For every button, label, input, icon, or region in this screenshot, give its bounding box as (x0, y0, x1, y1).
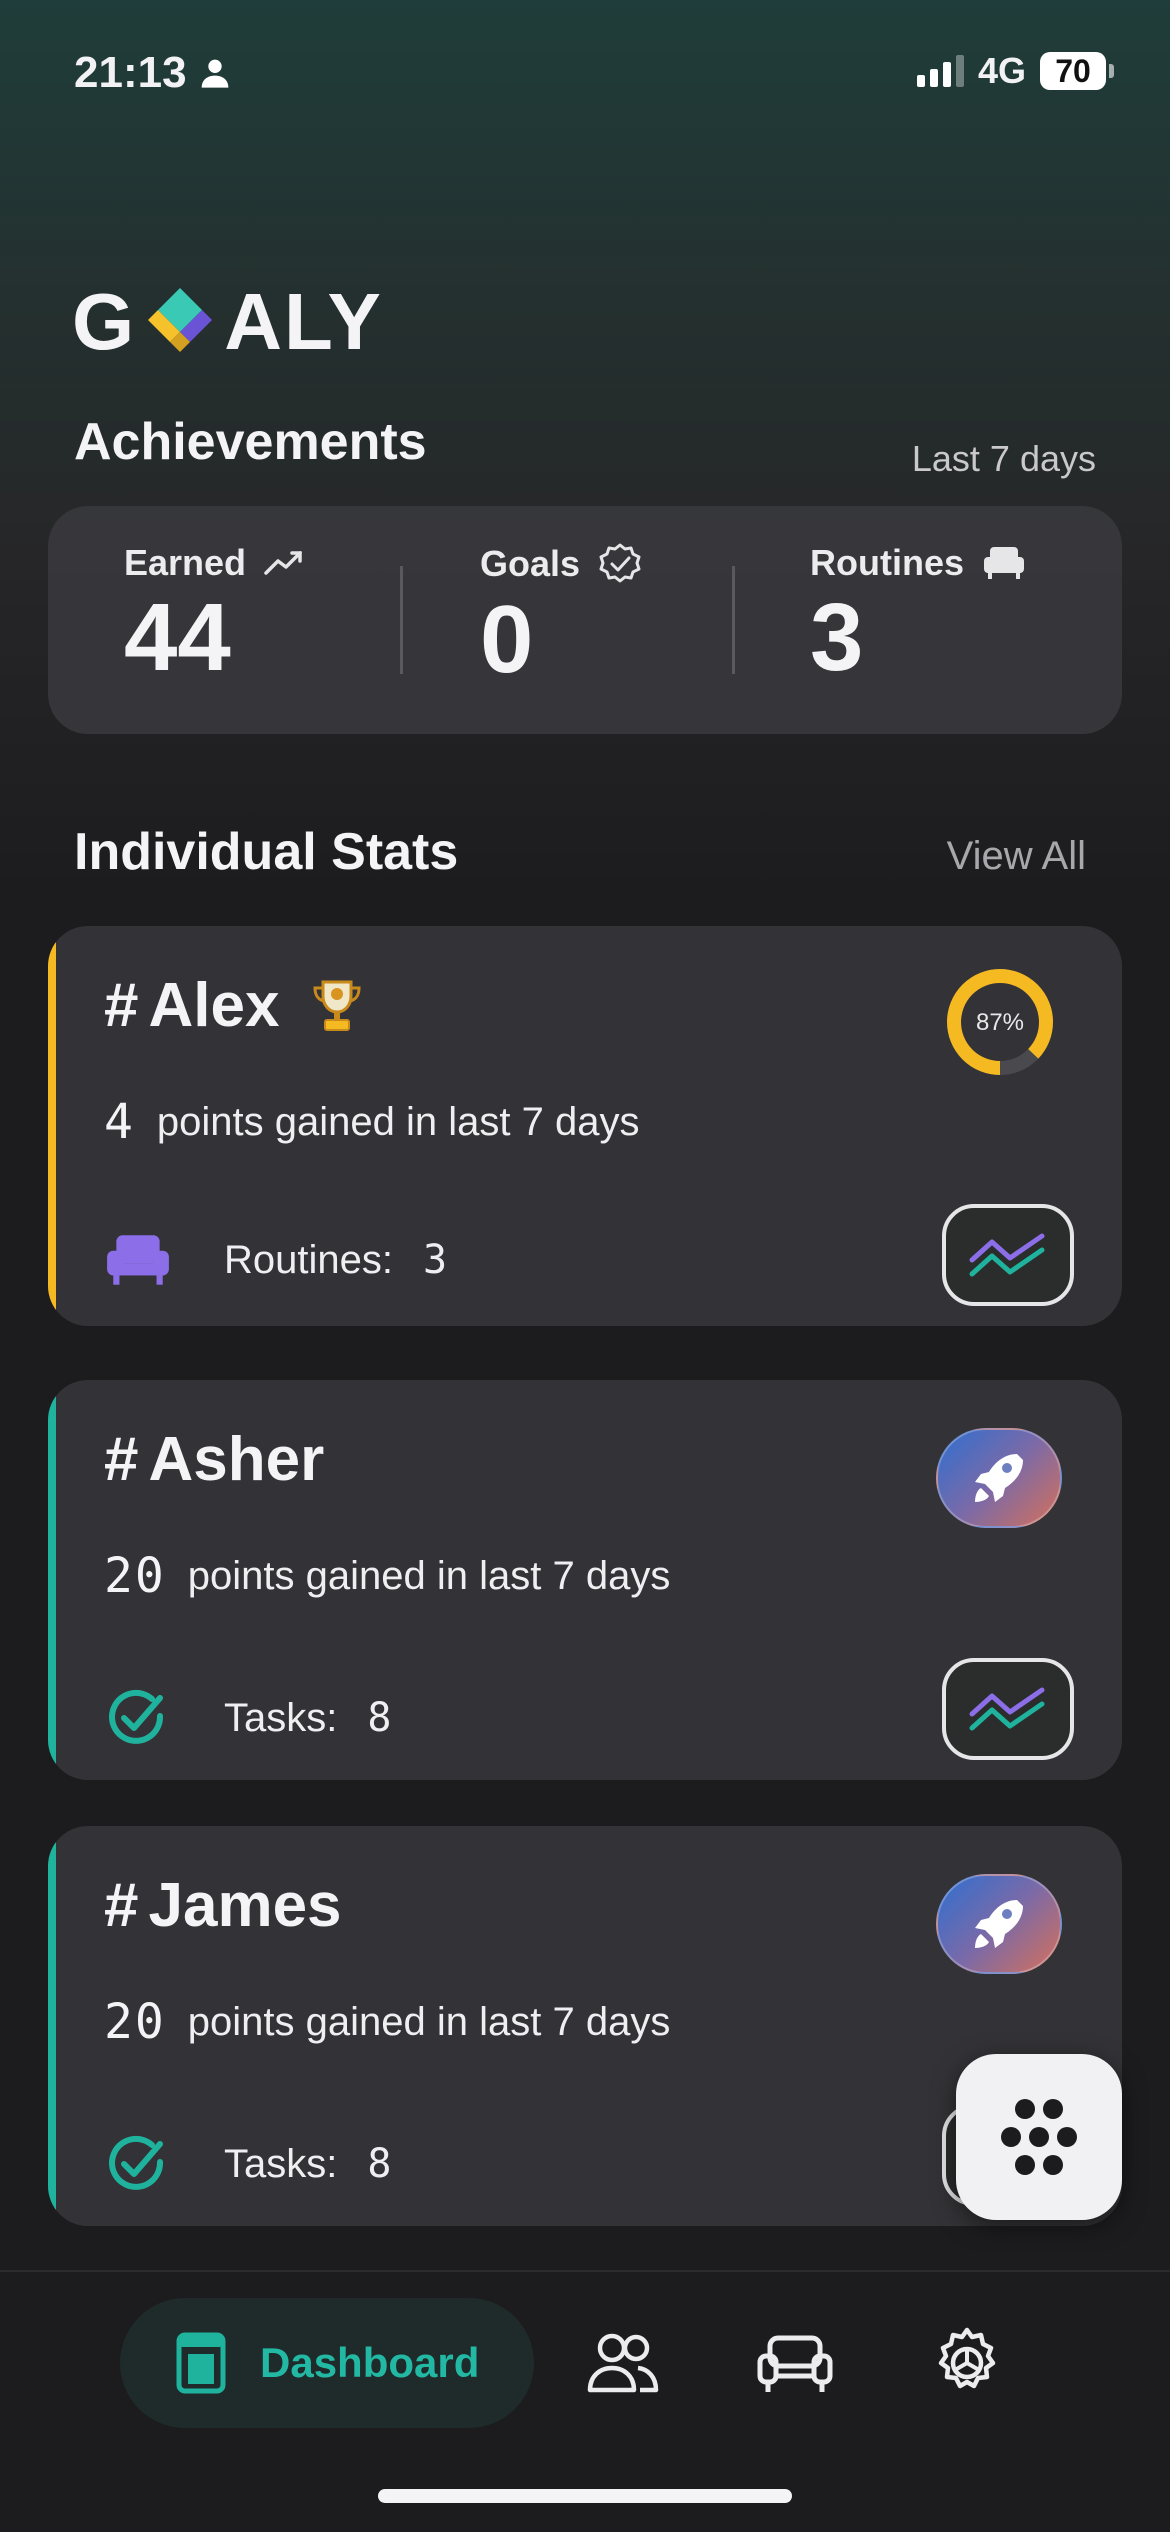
tasks-count: Tasks: 8 (104, 1686, 391, 1750)
achievements-title: Achievements (74, 413, 427, 471)
card-accent (48, 926, 56, 1326)
dots-grid-icon (1001, 2099, 1077, 2175)
card-accent (48, 1826, 56, 2226)
points-summary: 20 points gained in last 7 days (104, 1548, 670, 1604)
status-indicators: 4G 70 (916, 50, 1114, 92)
points-value: 20 (104, 1994, 166, 2050)
goals-label: Goals (480, 543, 581, 584)
points-value: 20 (104, 1548, 166, 1604)
nav-dashboard-label: Dashboard (260, 2339, 480, 2386)
card-title: # Alex (104, 970, 367, 1041)
network-label: 4G (977, 50, 1026, 91)
floating-menu-button[interactable] (956, 2054, 1122, 2220)
stat-card-asher[interactable]: # Asher 20 points gained in last 7 days … (48, 1380, 1122, 1780)
routines-count: Routines: 3 (104, 1232, 447, 1288)
trend-up-icon (264, 551, 302, 575)
meta-label: Routines: (224, 1237, 393, 1282)
meta-value: 8 (367, 2141, 392, 2187)
trend-chart-button[interactable] (942, 1658, 1074, 1760)
rocket-badge (936, 1428, 1062, 1528)
logo-diamond-icon (148, 288, 213, 352)
logo-text-left: G (72, 277, 137, 366)
card-title: # Asher (104, 1424, 324, 1495)
battery-icon: 70 (1040, 52, 1114, 90)
app-logo: G ALY (72, 276, 383, 368)
meta-value: 3 (422, 1237, 448, 1283)
routines-value: 3 (810, 584, 864, 691)
progress-label: 87% (976, 1009, 1024, 1036)
person-icon (201, 59, 228, 88)
member-name: Asher (148, 1425, 325, 1494)
check-circle-icon (109, 1689, 164, 1744)
member-name: Alex (148, 971, 280, 1040)
tasks-count: Tasks: 8 (104, 2132, 391, 2196)
verified-badge-icon (599, 543, 641, 583)
points-text: points gained in last 7 days (187, 1553, 671, 1598)
clock: 21:13 (74, 48, 187, 97)
view-all-link[interactable]: View All (947, 834, 1086, 879)
nav-dashboard[interactable]: Dashboard (120, 2298, 534, 2428)
trophy-icon (313, 980, 361, 1031)
trend-chart-icon (969, 1233, 1045, 1277)
people-icon[interactable] (584, 2324, 662, 2402)
routines-stat: Routines 3 (810, 542, 1026, 686)
signal-icon (916, 55, 964, 87)
routines-label: Routines (810, 542, 965, 583)
hash-symbol: # (104, 1871, 139, 1940)
card-accent (48, 1380, 56, 1780)
meta-label: Tasks: (224, 1695, 338, 1740)
check-circle-icon (109, 2135, 164, 2190)
points-summary: 20 points gained in last 7 days (104, 1994, 670, 2050)
status-time: 21:13 (74, 48, 231, 98)
points-summary: 4 points gained in last 7 days (104, 1094, 639, 1150)
member-name: James (148, 1871, 342, 1940)
rocket-badge (936, 1874, 1062, 1974)
settings-icon[interactable] (928, 2324, 1006, 2402)
progress-ring: 87% (947, 969, 1053, 1075)
trend-chart-button[interactable] (942, 1204, 1074, 1306)
earned-value: 44 (124, 584, 231, 691)
rocket-icon (975, 1454, 1023, 1502)
earned-stat: Earned 44 (124, 542, 304, 686)
points-text: points gained in last 7 days (156, 1099, 640, 1144)
stat-card-alex[interactable]: # Alex 87% 4 points gained in last 7 day… (48, 926, 1122, 1326)
hash-symbol: # (104, 971, 139, 1040)
goals-stat: Goals 0 (480, 542, 642, 688)
logo-text-right: ALY (224, 277, 383, 366)
trend-chart-icon (969, 1687, 1045, 1731)
goals-value: 0 (480, 586, 534, 693)
individual-stats-title: Individual Stats (74, 823, 459, 881)
period-selector[interactable]: Last 7 days (912, 438, 1096, 480)
achievements-card: Earned 44 Goals 0 Routines 3 (48, 506, 1122, 734)
hash-symbol: # (104, 1425, 139, 1494)
dashboard-icon (176, 2332, 226, 2394)
meta-label: Tasks: (224, 2141, 338, 2186)
card-title: # James (104, 1870, 342, 1941)
home-indicator[interactable] (378, 2489, 792, 2503)
points-text: points gained in last 7 days (187, 1999, 671, 2044)
sofa-icon (107, 1235, 169, 1285)
sofa-icon (984, 547, 1025, 579)
points-value: 4 (104, 1094, 135, 1150)
sofa-nav-icon[interactable] (756, 2324, 834, 2402)
battery-level: 70 (1040, 52, 1106, 90)
meta-value: 8 (367, 1695, 392, 1741)
rocket-icon (975, 1900, 1023, 1948)
earned-label: Earned (124, 542, 247, 583)
